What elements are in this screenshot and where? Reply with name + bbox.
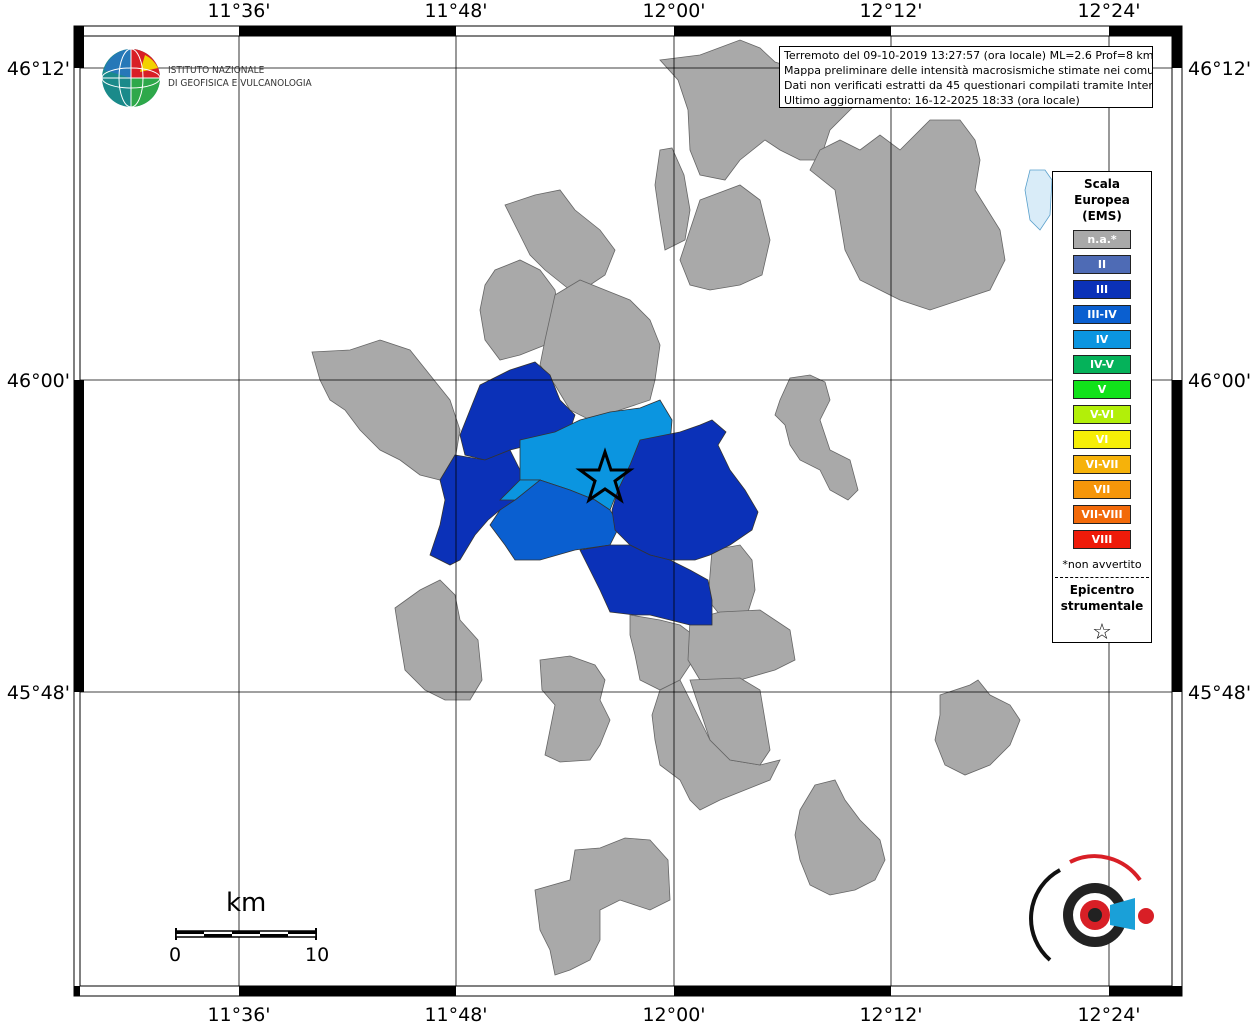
legend-title-line-3: (EMS) bbox=[1082, 209, 1122, 223]
institute-line-1: ISTITUTO NAZIONALE bbox=[168, 65, 265, 76]
legend-item: III-IV bbox=[1073, 305, 1131, 324]
tick-lon-top-5: 12°24' bbox=[1077, 0, 1140, 22]
legend-item: VII bbox=[1073, 480, 1131, 499]
legend-item: III bbox=[1073, 280, 1131, 299]
tick-lon-bottom-3: 12°00' bbox=[642, 1004, 705, 1024]
tick-lon-bottom-5: 12°24' bbox=[1077, 1004, 1140, 1024]
legend-item: IV-V bbox=[1073, 355, 1131, 374]
tick-lon-bottom-1: 11°36' bbox=[207, 1004, 270, 1024]
tick-lon-top-3: 12°00' bbox=[642, 0, 705, 22]
legend-item: VI-VII bbox=[1073, 455, 1131, 474]
legend-note: *non avvertito bbox=[1062, 558, 1142, 571]
legend-title-line-1: Scala bbox=[1083, 177, 1121, 191]
legend-title-line-2: Europea bbox=[1074, 193, 1130, 207]
legend-item: VII-VIII bbox=[1073, 505, 1131, 524]
legend-item: IV bbox=[1073, 330, 1131, 349]
ingv-logo bbox=[101, 48, 161, 108]
event-info-line-3: Dati non verificati estratti da 45 quest… bbox=[784, 79, 1153, 92]
scale-min: 0 bbox=[169, 944, 182, 966]
event-info-line-4: Ultimo aggiornamento: 16-12-2025 18:33 (… bbox=[784, 94, 1080, 107]
scale-max: 10 bbox=[305, 944, 330, 966]
legend-epicenter-line-2: strumentale bbox=[1060, 599, 1144, 613]
tick-lon-bottom-4: 12°12' bbox=[859, 1004, 922, 1024]
legend-title: Scala Europea (EMS) bbox=[1053, 176, 1151, 224]
legend-item: V-VI bbox=[1073, 405, 1131, 424]
institute-name: ISTITUTO NAZIONALE DI GEOFISICA E VULCAN… bbox=[168, 64, 312, 90]
tick-lon-top-1: 11°36' bbox=[207, 0, 270, 22]
hsit-logo bbox=[1029, 854, 1154, 962]
legend-epicenter-line-1: Epicentro bbox=[1069, 583, 1135, 597]
tick-lon-top-4: 12°12' bbox=[859, 0, 922, 22]
event-info-line-2: Mappa preliminare delle intensità macros… bbox=[784, 64, 1153, 77]
tick-lat-right-3: 45°48' bbox=[1188, 682, 1251, 704]
legend-epicenter-label: Epicentro strumentale bbox=[1053, 582, 1151, 614]
event-info-box: Terremoto del 09-10-2019 13:27:57 (ora l… bbox=[779, 46, 1153, 108]
intensity-legend: Scala Europea (EMS) n.a.* II III III-IV IV IV… bbox=[1052, 171, 1152, 645]
tick-lat-right-2: 46°00' bbox=[1188, 370, 1251, 392]
tick-lat-left-1: 46°12' bbox=[7, 58, 70, 80]
legend-item: V bbox=[1073, 380, 1131, 399]
legend-star-icon: ☆ bbox=[1092, 620, 1112, 645]
legend-item: VIII bbox=[1073, 530, 1131, 549]
scale-bar bbox=[175, 928, 317, 940]
legend-item: VI bbox=[1073, 430, 1131, 449]
legend-item: II bbox=[1073, 255, 1131, 274]
legend-separator bbox=[1055, 577, 1149, 578]
tick-lon-bottom-2: 11°48' bbox=[424, 1004, 487, 1024]
event-info-line-1: Terremoto del 09-10-2019 13:27:57 (ora l… bbox=[784, 49, 1153, 62]
legend-items: n.a.* II III III-IV IV IV-V V V-VI VI VI-VII VII VI… bbox=[1053, 230, 1151, 549]
tick-lat-right-1: 46°12' bbox=[1188, 58, 1251, 80]
tick-lon-top-2: 11°48' bbox=[424, 0, 487, 22]
institute-line-2: DI GEOFISICA E VULCANOLOGIA bbox=[168, 78, 312, 89]
tick-lat-left-2: 46°00' bbox=[7, 370, 70, 392]
tick-lat-left-3: 45°48' bbox=[7, 682, 70, 704]
scale-unit: km bbox=[226, 888, 267, 918]
legend-item: n.a.* bbox=[1073, 230, 1131, 249]
